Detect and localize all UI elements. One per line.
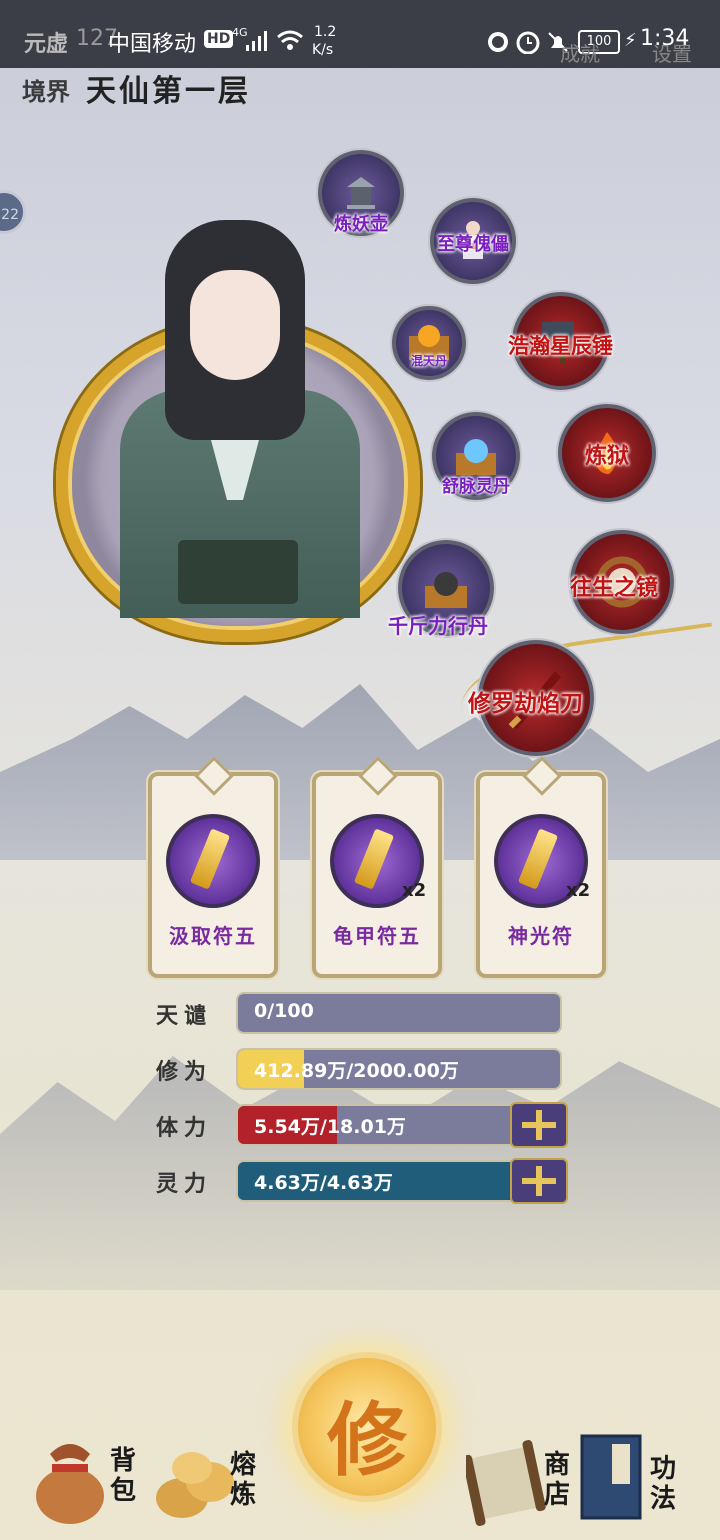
charging-icon: ⚡ (624, 30, 637, 51)
skill-xiuluojieyandao[interactable]: 修罗劫焰刀 (468, 640, 594, 756)
wifi-icon (277, 30, 303, 50)
character-face (190, 270, 280, 380)
skill-lianyu[interactable]: 炼狱 (558, 404, 656, 502)
signal-icon (246, 31, 267, 51)
talisman-card[interactable]: x2 神光符 (476, 756, 606, 978)
talisman-card[interactable]: 汲取符五 (148, 756, 278, 978)
skill-label: 浩瀚星辰锤 (508, 333, 613, 358)
top-label-partial: 元虚 (24, 31, 69, 57)
skill-huntiandan[interactable]: 混天丹 (392, 306, 466, 380)
realm-value: 天仙第一层 (86, 74, 251, 109)
speed-value: 1.2 (314, 24, 337, 40)
skill-label: 炼狱 (584, 443, 629, 469)
skill-wangshengzhijing[interactable]: 往生之镜 (570, 530, 674, 634)
skill-qianjinlixingdan[interactable]: 千斤力行丹 (388, 540, 494, 638)
talisman-qty: x2 (402, 880, 427, 901)
nav-bag[interactable]: 背包 (30, 1428, 140, 1528)
talisman-name: 汲取符五 (169, 924, 257, 948)
talisman-paper-icon (166, 814, 260, 908)
xiuwei-value: 412.89万/2000.00万 (254, 1060, 459, 1082)
stat-label-lingli: 灵力 (156, 1171, 213, 1197)
nav-shop[interactable]: 商店 (466, 1430, 576, 1530)
talisman-qty: x2 (566, 880, 591, 901)
nav-skills-label: 功法 (649, 1454, 676, 1514)
talisman-name: 龟甲符五 (333, 924, 421, 948)
tianqian-bar: 0/100 (236, 992, 562, 1034)
add-tili-button[interactable] (510, 1102, 568, 1148)
achievement-button-partial[interactable]: 成就 (560, 38, 600, 67)
speed-unit: K/s (312, 42, 334, 58)
nav-bag-label: 背包 (109, 1446, 136, 1506)
settings-button-partial[interactable]: 设置 (652, 38, 692, 67)
scroll-map-icon (466, 1440, 546, 1526)
skill-label: 至尊傀儡 (437, 234, 509, 255)
carrier: 中国移动 (108, 32, 197, 57)
skill-label: 混天丹 (410, 354, 447, 368)
realm-label: 境界 (22, 77, 70, 106)
bag-icon (36, 1444, 104, 1524)
skill-label: 炼妖壶 (334, 214, 388, 235)
blue-orb-chest-icon (456, 439, 496, 475)
pagoda-icon (347, 177, 375, 209)
skill-label: 往生之镜 (570, 575, 659, 601)
iron-ball-chest-icon (425, 572, 467, 608)
lingli-value: 4.63万/4.63万 (254, 1172, 393, 1194)
stat-label-tili: 体力 (156, 1115, 213, 1141)
xiuwei-bar: 412.89万/2000.00万 (236, 1048, 562, 1090)
nav-shop-label: 商店 (543, 1450, 570, 1510)
skill-lianyaohu[interactable]: 炼妖壶 (318, 150, 404, 236)
skill-haohanxingchenchui[interactable]: 浩瀚星辰锤 (508, 292, 613, 390)
tili-value: 5.54万/18.01万 (254, 1116, 406, 1138)
skill-label: 舒脉灵丹 (442, 477, 510, 497)
character-belt (178, 540, 298, 604)
talisman-name: 神光符 (508, 924, 574, 948)
alarm-auto-icon (488, 32, 508, 52)
tianqian-value: 0/100 (254, 1000, 314, 1022)
hd-badge: HD (204, 30, 234, 48)
nav-smelt[interactable]: 熔炼 (152, 1428, 272, 1528)
stat-label-tianqian: 天谴 (156, 1003, 213, 1029)
cultivate-button[interactable]: 修 (292, 1352, 442, 1502)
nav-skills[interactable]: 功法 (576, 1426, 696, 1530)
skill-zhizunkuilei[interactable]: 至尊傀儡 (430, 198, 516, 284)
alarm-icon (516, 31, 540, 54)
skill-label: 千斤力行丹 (388, 614, 488, 638)
status-bar: 元虚 127 中国移动 HD 4G 1.2 K/s 100 ⚡ 1:34 成就 … (0, 0, 720, 68)
stat-label-xiuwei: 修为 (156, 1059, 213, 1085)
book-icon (580, 1434, 642, 1520)
skill-shumailingdan[interactable]: 舒脉灵丹 (432, 412, 520, 500)
add-lingli-button[interactable] (510, 1158, 568, 1204)
skill-label: 修罗劫焰刀 (468, 690, 583, 717)
cultivate-label: 修 (327, 1393, 407, 1487)
nav-smelt-label: 熔炼 (229, 1450, 256, 1510)
talisman-card[interactable]: x2 龟甲符五 (312, 756, 442, 978)
side-event-badge[interactable]: 22 (0, 190, 26, 234)
